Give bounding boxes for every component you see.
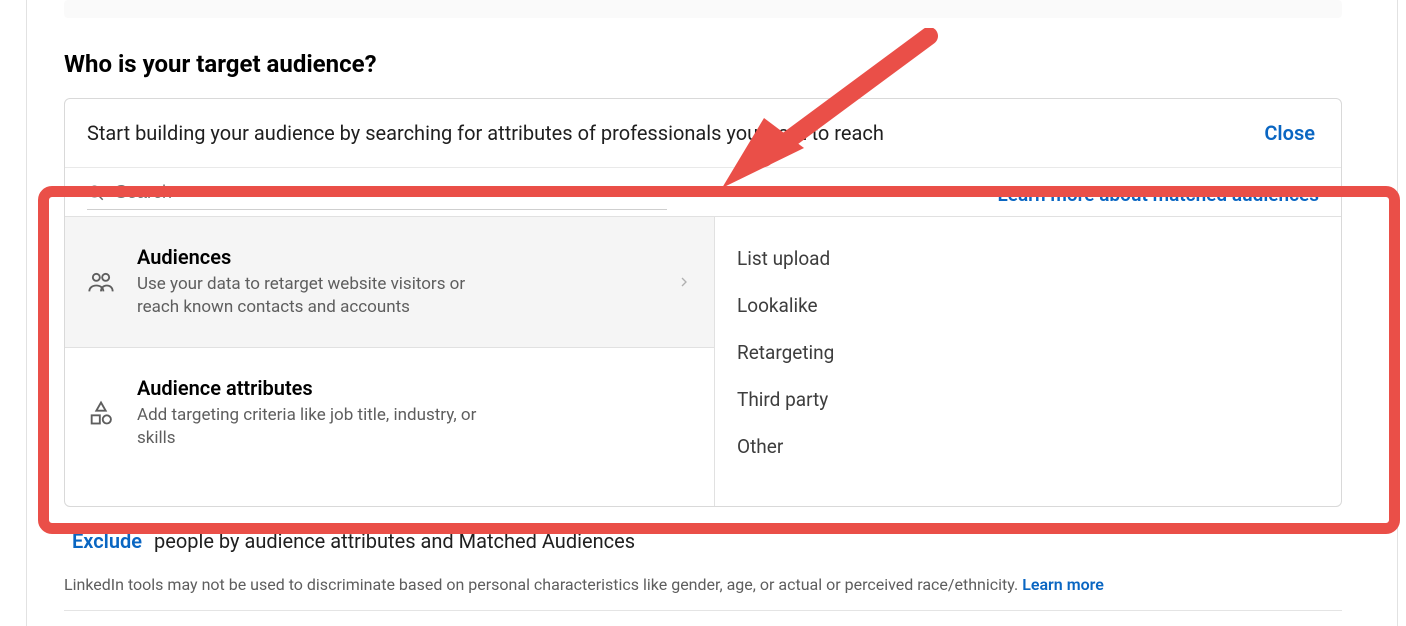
close-button[interactable]: Close: [1264, 121, 1315, 145]
selector-panel: Audiences Use your data to retarget webs…: [65, 216, 1341, 506]
search-row: Learn more about matched audiences: [65, 168, 1341, 216]
category-desc: Use your data to retarget website visito…: [137, 273, 477, 319]
disclaimer-learn-more-link[interactable]: Learn more: [1022, 575, 1104, 594]
exclude-row: Exclude people by audience attributes an…: [64, 523, 1342, 565]
exclude-link[interactable]: Exclude: [72, 529, 142, 553]
option-list-upload[interactable]: List upload: [737, 235, 1319, 282]
category-title: Audiences: [137, 245, 668, 269]
people-icon: [87, 268, 115, 296]
collapsed-top-bar: [64, 0, 1342, 18]
audience-card: Start building your audience by searchin…: [64, 98, 1342, 507]
disclaimer: LinkedIn tools may not be used to discri…: [64, 565, 1342, 611]
disclaimer-text: LinkedIn tools may not be used to discri…: [64, 575, 1022, 594]
category-desc: Add targeting criteria like job title, i…: [137, 404, 477, 450]
search-icon: [87, 184, 105, 202]
category-column: Audiences Use your data to retarget webs…: [65, 217, 715, 506]
search-input[interactable]: [105, 182, 667, 203]
option-retargeting[interactable]: Retargeting: [737, 329, 1319, 376]
category-title: Audience attributes: [137, 376, 668, 400]
shapes-icon: [87, 399, 115, 427]
options-column: List upload Lookalike Retargeting Third …: [715, 217, 1341, 506]
category-audience-attributes[interactable]: Audience attributes Add targeting criter…: [65, 348, 714, 478]
option-lookalike[interactable]: Lookalike: [737, 282, 1319, 329]
search-input-wrap[interactable]: [87, 178, 667, 210]
learn-more-matched-link[interactable]: Learn more about matched audiences: [997, 183, 1319, 206]
category-audiences[interactable]: Audiences Use your data to retarget webs…: [65, 217, 714, 348]
card-header-text: Start building your audience by searchin…: [87, 121, 884, 145]
exclude-text: people by audience attributes and Matche…: [154, 529, 635, 553]
bottom-section: Exclude people by audience attributes an…: [64, 523, 1342, 611]
section-title: Who is your target audience?: [64, 50, 1378, 78]
option-third-party[interactable]: Third party: [737, 376, 1319, 423]
card-header: Start building your audience by searchin…: [65, 99, 1341, 168]
option-other[interactable]: Other: [737, 423, 1319, 470]
chevron-right-icon: [676, 274, 692, 290]
